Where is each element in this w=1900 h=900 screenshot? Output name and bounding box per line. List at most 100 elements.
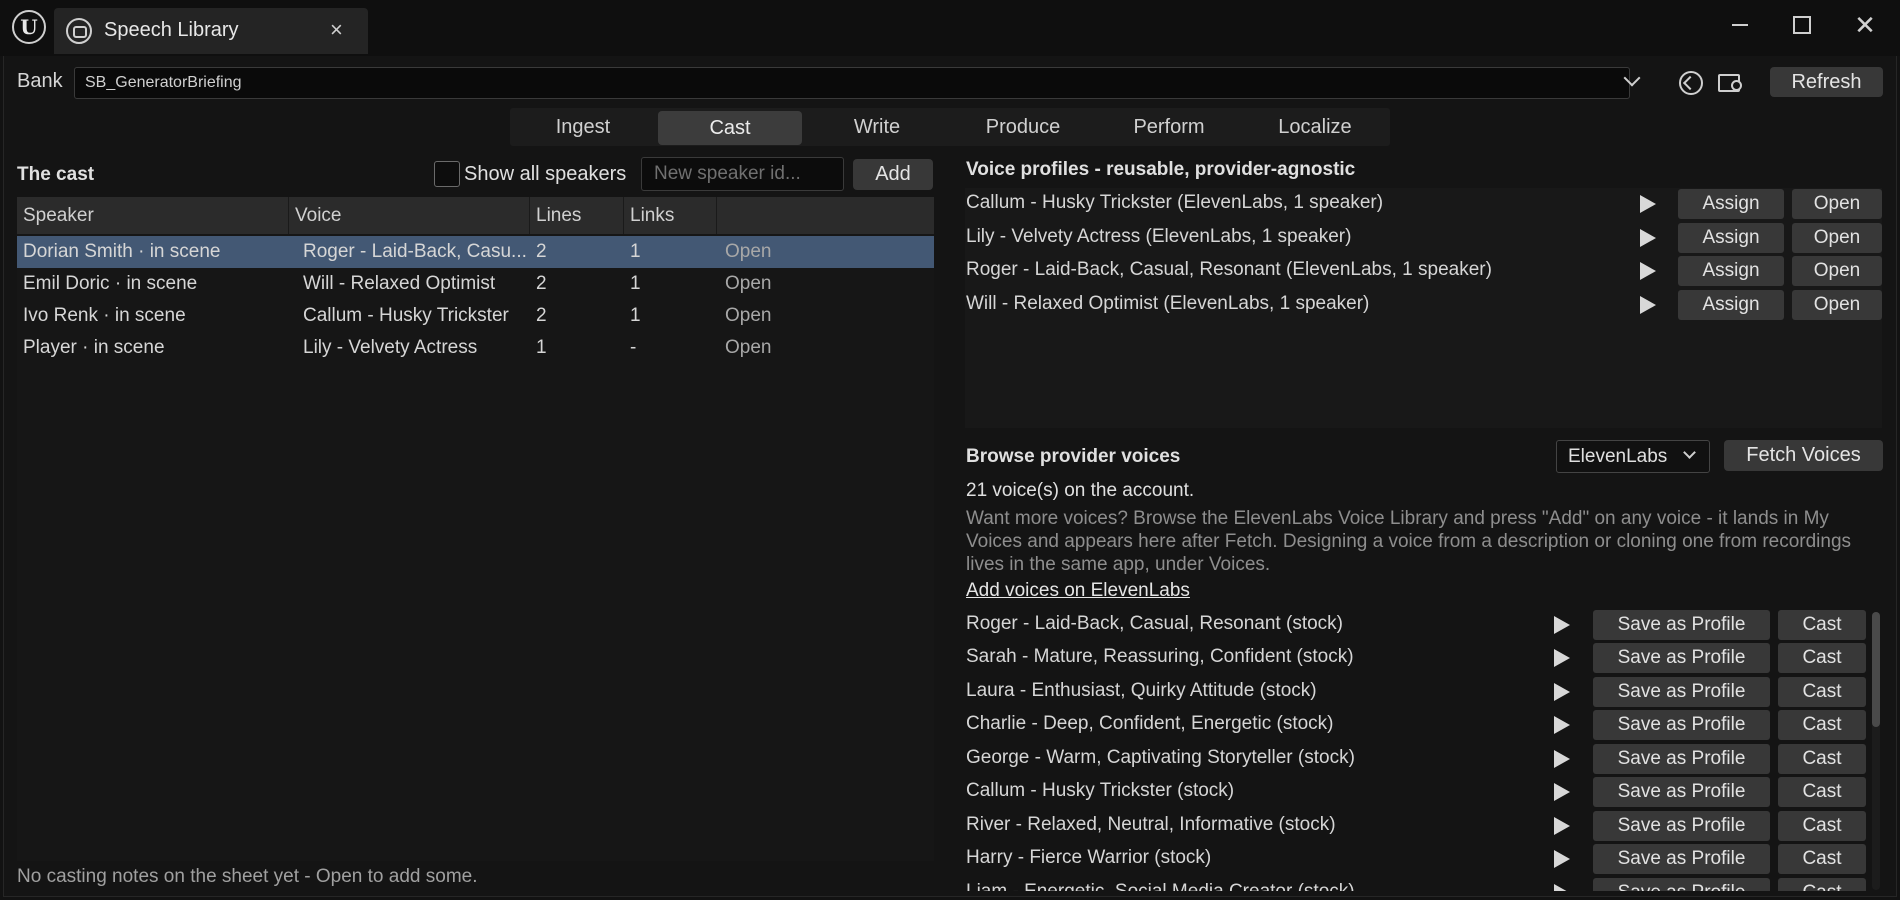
column-actions (717, 197, 934, 234)
cast-button[interactable]: Cast (1778, 710, 1866, 740)
play-icon[interactable] (1640, 195, 1656, 213)
play-icon[interactable] (1554, 850, 1570, 868)
window-close-button[interactable]: ✕ (1845, 8, 1885, 42)
add-voices-link[interactable]: Add voices on ElevenLabs (966, 580, 1190, 602)
open-link[interactable]: Open (719, 332, 819, 364)
open-button[interactable]: Open (1792, 223, 1882, 253)
provider-voices-list: Roger - Laid-Back, Casual, Resonant (sto… (965, 609, 1870, 891)
tab-localize[interactable]: Localize (1242, 108, 1388, 146)
tab-produce[interactable]: Produce (950, 108, 1096, 146)
find-in-folder-icon[interactable] (1716, 68, 1746, 98)
play-icon[interactable] (1554, 750, 1570, 768)
open-link[interactable]: Open (719, 300, 819, 332)
save-as-profile-button[interactable]: Save as Profile (1593, 811, 1770, 841)
save-as-profile-button[interactable]: Save as Profile (1593, 844, 1770, 874)
provider-dropdown[interactable]: ElevenLabs (1556, 440, 1710, 473)
open-link[interactable]: Open (719, 236, 819, 268)
save-as-profile-button[interactable]: Save as Profile (1593, 878, 1770, 891)
cast-button[interactable]: Cast (1778, 610, 1866, 640)
assign-button[interactable]: Assign (1678, 290, 1784, 320)
cast-table: Speaker Voice Lines Links Dorian Smith ·… (17, 197, 934, 861)
cast-button[interactable]: Cast (1778, 643, 1866, 673)
column-speaker[interactable]: Speaker (17, 197, 289, 234)
cast-button[interactable]: Cast (1778, 878, 1866, 891)
help-text: Want more voices? Browse the ElevenLabs … (966, 508, 1852, 575)
column-voice[interactable]: Voice (289, 197, 530, 234)
open-button[interactable]: Open (1792, 290, 1882, 320)
voice-name: Roger - Laid-Back, Casual, Resonant (sto… (966, 613, 1343, 634)
list-item: Laura - Enthusiast, Quirky Attitude (sto… (965, 676, 1870, 709)
open-button[interactable]: Open (1792, 189, 1882, 219)
tab-close-icon[interactable]: × (330, 17, 343, 43)
play-icon[interactable] (1554, 817, 1570, 835)
minimize-button[interactable] (1720, 8, 1760, 42)
play-icon[interactable] (1554, 716, 1570, 734)
cast-button[interactable]: Cast (1778, 811, 1866, 841)
links-cell: 1 (630, 305, 641, 326)
play-icon[interactable] (1640, 296, 1656, 314)
cast-button[interactable]: Cast (1778, 744, 1866, 774)
voice-name: Laura - Enthusiast, Quirky Attitude (sto… (966, 680, 1317, 701)
save-as-profile-button[interactable]: Save as Profile (1593, 610, 1770, 640)
voice-name: George - Warm, Captivating Storyteller (… (966, 747, 1355, 768)
assign-button[interactable]: Assign (1678, 189, 1784, 219)
add-speaker-button[interactable]: Add (853, 159, 933, 190)
save-as-profile-button[interactable]: Save as Profile (1593, 777, 1770, 807)
tab-perform[interactable]: Perform (1096, 108, 1242, 146)
list-item: Roger - Laid-Back, Casual, Resonant (sto… (965, 609, 1870, 642)
browse-voices-title: Browse provider voices (966, 446, 1181, 467)
browse-back-icon[interactable] (1676, 68, 1706, 98)
voices-scrollbar[interactable] (1872, 612, 1880, 890)
tab-write[interactable]: Write (804, 108, 950, 146)
tab-ingest[interactable]: Ingest (510, 108, 656, 146)
cast-button[interactable]: Cast (1778, 844, 1866, 874)
lines-cell: 2 (536, 273, 547, 294)
fetch-voices-button[interactable]: Fetch Voices (1724, 440, 1883, 471)
document-tab[interactable]: Speech Library × (54, 8, 368, 54)
voice-name: River - Relaxed, Neutral, Informative (s… (966, 814, 1336, 835)
play-icon[interactable] (1640, 262, 1656, 280)
table-row[interactable]: Emil Doric · in scene Will - Relaxed Opt… (17, 268, 934, 300)
maximize-button[interactable] (1782, 8, 1822, 42)
chevron-down-icon (1683, 446, 1696, 459)
list-item: Will - Relaxed Optimist (ElevenLabs, 1 s… (965, 289, 1882, 322)
links-cell: 1 (630, 273, 641, 294)
list-item: River - Relaxed, Neutral, Informative (s… (965, 810, 1870, 843)
tab-cast[interactable]: Cast (658, 111, 802, 145)
provider-value: ElevenLabs (1568, 446, 1668, 467)
list-item: George - Warm, Captivating Storyteller (… (965, 743, 1870, 776)
cast-button[interactable]: Cast (1778, 677, 1866, 707)
list-item: Lily - Velvety Actress (ElevenLabs, 1 sp… (965, 222, 1882, 255)
bank-dropdown[interactable]: SB_GeneratorBriefing (74, 67, 1630, 99)
assign-button[interactable]: Assign (1678, 256, 1784, 286)
cast-title: The cast (17, 164, 95, 185)
cast-button[interactable]: Cast (1778, 777, 1866, 807)
new-speaker-input[interactable] (641, 157, 844, 191)
open-link[interactable]: Open (719, 268, 819, 300)
refresh-button[interactable]: Refresh (1770, 67, 1883, 97)
save-as-profile-button[interactable]: Save as Profile (1593, 744, 1770, 774)
save-as-profile-button[interactable]: Save as Profile (1593, 677, 1770, 707)
table-row[interactable]: Player · in scene Lily - Velvety Actress… (17, 332, 934, 364)
column-lines[interactable]: Lines (530, 197, 624, 234)
play-icon[interactable] (1554, 884, 1570, 891)
show-all-speakers-checkbox[interactable] (434, 161, 460, 187)
profile-name: Callum - Husky Trickster (ElevenLabs, 1 … (966, 192, 1384, 213)
profile-name: Lily - Velvety Actress (ElevenLabs, 1 sp… (966, 226, 1352, 247)
table-row[interactable]: Dorian Smith · in scene Roger - Laid-Bac… (17, 236, 934, 268)
play-icon[interactable] (1640, 229, 1656, 247)
show-all-speakers-label: Show all speakers (464, 163, 627, 185)
scrollbar-thumb[interactable] (1872, 612, 1880, 727)
save-as-profile-button[interactable]: Save as Profile (1593, 710, 1770, 740)
speaker-cell: Player · in scene (23, 337, 165, 358)
column-links[interactable]: Links (624, 197, 717, 234)
save-as-profile-button[interactable]: Save as Profile (1593, 643, 1770, 673)
assign-button[interactable]: Assign (1678, 223, 1784, 253)
play-icon[interactable] (1554, 616, 1570, 634)
play-icon[interactable] (1554, 683, 1570, 701)
table-row[interactable]: Ivo Renk · in scene Callum - Husky Trick… (17, 300, 934, 332)
play-icon[interactable] (1554, 783, 1570, 801)
play-icon[interactable] (1554, 649, 1570, 667)
open-button[interactable]: Open (1792, 256, 1882, 286)
voice-name: Callum - Husky Trickster (stock) (966, 780, 1235, 801)
